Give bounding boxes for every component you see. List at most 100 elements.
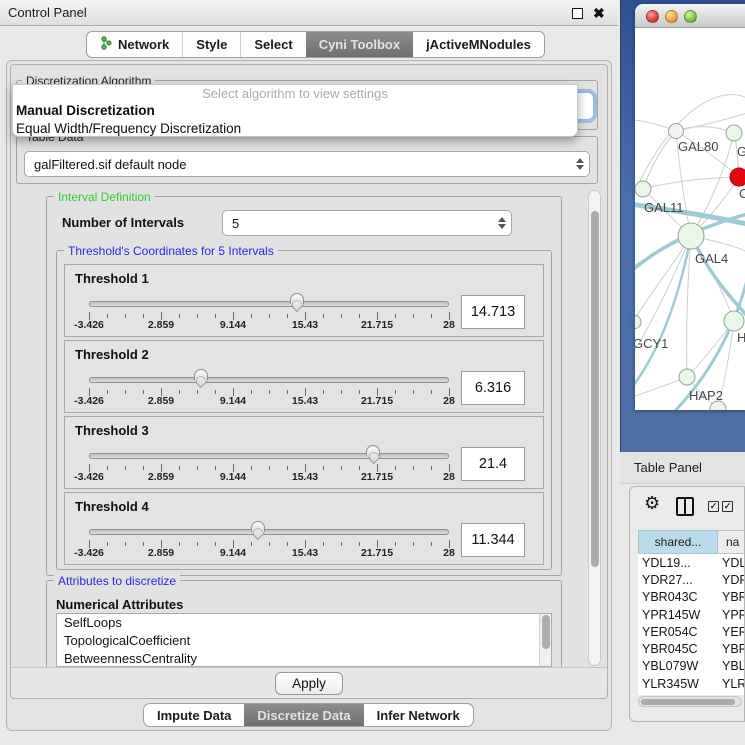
network-node-hap2[interactable] [679,369,695,385]
network-node-gal11[interactable] [635,181,651,197]
network-window-titlebar[interactable] [635,4,745,28]
slider-track[interactable] [89,301,449,307]
network-edge[interactable] [635,236,691,390]
tab-label: Style [196,37,227,52]
network-node-label: GAL11 [644,200,684,215]
network-edge[interactable] [643,177,739,189]
table-row[interactable]: YBR043CYBR0 [638,589,745,606]
table-rows: YDL19...YDL1YDR27...YDR2YBR043CYBR0YPR14… [638,554,745,695]
table-row[interactable]: YIL053CYIL0 [638,692,745,695]
threshold-label: Threshold 1 [75,271,149,286]
column-header[interactable]: shared... [638,530,718,554]
slider-track[interactable] [89,529,449,535]
table-row[interactable]: YDR27...YDR2 [638,571,745,588]
checkbox-icon[interactable]: ✓ [708,501,719,512]
tab-cyni-toolbox[interactable]: Cyni Toolbox [306,32,413,57]
slider-thumb[interactable] [194,369,208,386]
attributes-list-scrollbar[interactable] [539,614,551,666]
table-cell: YPR1 [718,608,745,622]
slider-tick-label: 15.43 [292,547,318,559]
table-cell: YLR3 [718,677,745,691]
minimize-traffic-light-icon[interactable] [665,10,678,23]
columns-icon[interactable] [676,497,694,516]
table-cell: YBL0 [718,659,745,673]
table-cell: YER0 [718,625,745,639]
slider-thumb[interactable] [290,293,304,310]
scrollbar-thumb[interactable] [591,211,599,567]
tab-label: Discretize Data [257,708,350,723]
slider-track[interactable] [89,453,449,459]
attributes-group-label: Attributes to discretize [54,574,180,588]
tab-jactivemnodules[interactable]: jActiveMNodules [413,32,544,57]
tab-infer-network[interactable]: Infer Network [364,704,473,726]
table-horizontal-scrollbar[interactable] [638,696,742,707]
algorithm-dropdown-popup: Select algorithm to view settings Manual… [12,84,578,137]
tab-style[interactable]: Style [182,32,240,57]
threshold-label: Threshold 2 [75,347,149,362]
threshold-value-field[interactable]: 11.344 [461,523,525,557]
slider-tick-label: 21.715 [361,319,393,331]
tab-discretize-data[interactable]: Discretize Data [244,704,363,726]
slider-ticks [89,464,449,473]
tab-label: Impute Data [157,708,231,723]
slider-tick-label: -3.426 [74,547,104,559]
network-canvas[interactable]: GAL80GACGAL11GAL4GCY1HHAP2 [635,28,745,410]
slider-thumb[interactable] [251,521,265,538]
table-row[interactable]: YER054CYER0 [638,623,745,640]
number-of-intervals-combobox[interactable]: 5 [222,210,512,236]
table-data-combobox[interactable]: galFiltered.sif default node [24,151,590,177]
network-node-gcy1[interactable] [635,315,641,329]
float-window-icon[interactable] [572,8,583,19]
algorithm-option[interactable]: Equal Width/Frequency Discretization [13,120,577,138]
table-row[interactable]: YPR145WYPR1 [638,606,745,623]
table-row[interactable]: YDL19...YDL1 [638,554,745,571]
tab-network[interactable]: Network [87,32,182,57]
close-traffic-light-icon[interactable] [646,10,659,23]
slider-track[interactable] [89,377,449,383]
algorithm-option[interactable]: Manual Discretization [13,102,577,120]
table-cell: YDL19... [638,556,718,570]
threshold-panel: Threshold 1-3.4262.8599.14415.4321.71528… [64,264,544,337]
tab-label: Select [254,37,292,52]
tab-impute-data[interactable]: Impute Data [144,704,244,726]
attribute-list-item[interactable]: BetweennessCentrality [57,650,551,667]
threshold-value-field[interactable]: 14.713 [461,295,525,329]
network-node[interactable] [726,125,742,141]
tab-label: Network [118,37,169,52]
table-row[interactable]: YBL079WYBL0 [638,658,745,675]
network-edge[interactable] [643,131,676,189]
table-row[interactable]: YLR345WYLR3 [638,675,745,692]
tab-label: jActiveMNodules [426,37,531,52]
close-icon[interactable]: ✖ [593,4,605,22]
slider-tick-label: 2.859 [148,395,174,407]
table-cell: YBR043C [638,590,718,604]
network-edge[interactable] [676,127,734,133]
network-node-label: C [739,186,745,201]
slider-tick-label: 21.715 [361,547,393,559]
slider-tick-label: 28 [443,471,455,483]
tab-select[interactable]: Select [240,32,305,57]
threshold-value-field[interactable]: 6.316 [461,371,525,405]
apply-button[interactable]: Apply [275,672,343,695]
control-panel-titlebar: Control Panel ✖ [0,0,618,26]
threshold-panel: Threshold 3-3.4262.8599.14415.4321.71528… [64,416,544,489]
network-node-h[interactable] [724,311,744,331]
table-row[interactable]: YBR045CYBR0 [638,640,745,657]
attribute-list-item[interactable]: SelfLoops [57,614,551,632]
gear-icon[interactable]: ⚙ [644,493,660,514]
attribute-list-item[interactable]: TopologicalCoefficient [57,632,551,650]
threshold-value-field[interactable]: 21.4 [461,447,525,481]
panel-scrollbar[interactable] [588,190,601,666]
checkbox-icon[interactable]: ✓ [722,501,733,512]
scrollbar-thumb[interactable] [641,699,735,706]
network-node-gal4[interactable] [678,223,704,249]
network-node-label: GAL80 [678,139,718,154]
network-node-label: GA [737,144,745,159]
slider-tick-label: -3.426 [74,319,104,331]
column-header[interactable]: na [718,530,745,554]
slider-thumb[interactable] [366,445,380,462]
network-node-red-node[interactable] [730,168,745,186]
zoom-traffic-light-icon[interactable] [684,10,697,23]
network-node-gal80[interactable] [669,124,684,139]
scrollbar-thumb[interactable] [542,615,550,649]
